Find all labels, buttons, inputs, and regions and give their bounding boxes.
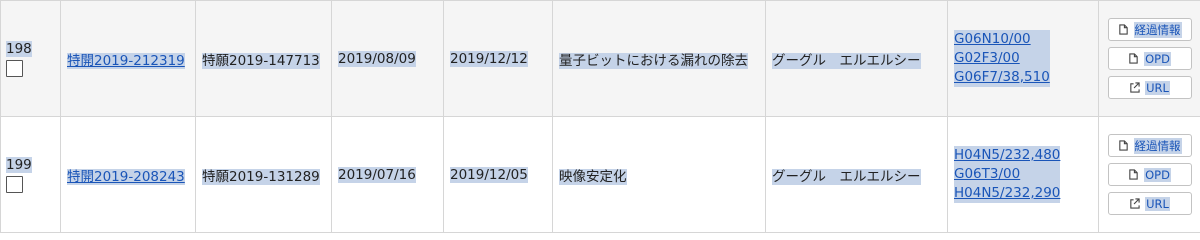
app-number-cell: 特願2019-147713	[195, 0, 332, 117]
button-label: OPD	[1144, 167, 1171, 182]
classification-link[interactable]: G06T3/00	[954, 165, 1060, 184]
app-number: 特願2019-131289	[202, 168, 320, 185]
row-number: 198	[6, 40, 32, 57]
pub-date-cell: 2019/12/12	[443, 0, 553, 117]
invention-title-cell: 映像安定化	[552, 116, 766, 233]
classification-cell: G06N10/00 G02F3/00 G06F7/38,510	[947, 0, 1099, 117]
classification-link[interactable]: G06N10/00	[954, 30, 1050, 49]
row-number-cell: 198	[0, 0, 61, 117]
row-number-cell: 199	[0, 116, 61, 233]
url-button[interactable]: URL	[1107, 192, 1192, 215]
pub-number-cell: 特開2019-208243	[60, 116, 196, 233]
external-link-icon	[1130, 198, 1140, 209]
row-checkbox[interactable]	[6, 59, 23, 77]
button-label: OPD	[1144, 51, 1171, 66]
classification-link[interactable]: H04N5/232,480	[954, 146, 1060, 165]
app-number-cell: 特願2019-131289	[195, 116, 332, 233]
applicant: グーグル エルエルシー	[772, 52, 921, 69]
actions-cell: 経過情報 OPD URL	[1098, 0, 1200, 117]
row-number: 199	[6, 156, 32, 173]
classification-cell: H04N5/232,480 G06T3/00 H04N5/232,290	[947, 116, 1099, 233]
applicant-cell: グーグル エルエルシー	[765, 116, 948, 233]
classification-link[interactable]: G02F3/00	[954, 49, 1050, 68]
app-date: 2019/08/09	[338, 50, 416, 67]
row-checkbox[interactable]	[6, 175, 23, 193]
opd-button[interactable]: OPD	[1107, 163, 1192, 186]
pub-date: 2019/12/12	[450, 50, 528, 67]
button-label: 経過情報	[1133, 137, 1182, 154]
progress-info-button[interactable]: 経過情報	[1107, 18, 1192, 41]
app-number: 特願2019-147713	[202, 52, 320, 69]
app-date-cell: 2019/08/09	[331, 0, 444, 117]
progress-info-button[interactable]: 経過情報	[1107, 134, 1192, 157]
document-icon	[1118, 24, 1128, 35]
table-row: 198 特開2019-212319 特願2019-147713 2019/08/…	[0, 0, 1200, 117]
url-button[interactable]: URL	[1107, 76, 1192, 99]
pub-number-link[interactable]: 特開2019-212319	[67, 52, 185, 69]
applicant-cell: グーグル エルエルシー	[765, 0, 948, 117]
classification-link[interactable]: G06F7/38,510	[954, 68, 1050, 87]
invention-title: 量子ビットにおける漏れの除去	[559, 52, 748, 69]
actions-cell: 経過情報 OPD URL	[1098, 116, 1200, 233]
pub-number-cell: 特開2019-212319	[60, 0, 196, 117]
invention-title: 映像安定化	[559, 168, 627, 185]
external-link-icon	[1130, 82, 1140, 93]
results-table: 198 特開2019-212319 特願2019-147713 2019/08/…	[0, 0, 1200, 233]
document-icon	[1118, 140, 1128, 151]
pub-date-cell: 2019/12/05	[443, 116, 553, 233]
button-label: URL	[1145, 80, 1170, 95]
opd-button[interactable]: OPD	[1107, 47, 1192, 70]
document-icon	[1129, 53, 1138, 64]
applicant: グーグル エルエルシー	[772, 168, 921, 185]
invention-title-cell: 量子ビットにおける漏れの除去	[552, 0, 766, 117]
table-row: 199 特開2019-208243 特願2019-131289 2019/07/…	[0, 116, 1200, 233]
classification-link[interactable]: H04N5/232,290	[954, 184, 1060, 203]
button-label: URL	[1145, 196, 1170, 211]
app-date: 2019/07/16	[338, 166, 416, 183]
pub-number-link[interactable]: 特開2019-208243	[67, 168, 185, 185]
button-label: 経過情報	[1133, 21, 1182, 38]
pub-date: 2019/12/05	[450, 166, 528, 183]
classification-list: H04N5/232,480 G06T3/00 H04N5/232,290	[954, 146, 1061, 203]
app-date-cell: 2019/07/16	[331, 116, 444, 233]
classification-list: G06N10/00 G02F3/00 G06F7/38,510	[954, 30, 1050, 87]
document-icon	[1129, 169, 1138, 180]
